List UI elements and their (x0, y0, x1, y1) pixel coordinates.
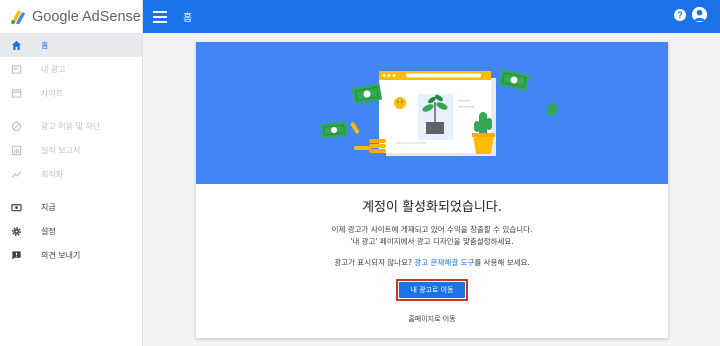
payments-icon (10, 201, 22, 213)
bar-chart-icon (10, 144, 22, 156)
sidebar-item-my-ads[interactable]: 내 광고 (0, 57, 142, 81)
sidebar-item-label: 광고 허용 및 차단 (41, 121, 101, 131)
go-to-my-ads-button[interactable]: 내 광고로 이동 (396, 279, 468, 301)
sidebar-item-label: 홈 (41, 40, 49, 50)
sidebar-item-label: 사이트 (41, 88, 64, 98)
description-line: '내 광고' 페이지에서 광고 디자인을 맞춤설정하세요. (350, 237, 514, 246)
troubleshoot-text: 광고가 표시되지 않나요? 광고 문제해결 도구를 사용해 보세요. (196, 257, 668, 268)
sidebar-item-blocking[interactable]: 광고 허용 및 차단 (0, 114, 142, 138)
sidebar-item-label: 최적화 (41, 169, 64, 179)
sidebar-item-reports[interactable]: 실적 보고서 (0, 138, 142, 162)
app-title: Google AdSense (32, 8, 141, 25)
troubleshooter-link[interactable]: 광고 문제해결 도구 (414, 258, 474, 267)
sidebar-nav: 홈 내 광고 사이트 광고 허용 및 차단 실적 보고서 최적화 지급 설정 의… (0, 33, 142, 267)
home-icon (10, 39, 22, 51)
troubleshoot-prefix: 광고가 표시되지 않나요? (334, 258, 412, 267)
hero-illustration (320, 69, 559, 156)
primary-action: 내 광고로 이동 (196, 279, 668, 301)
sidebar-item-payments[interactable]: 지급 (0, 195, 142, 219)
sidebar-item-label: 의견 보내기 (41, 250, 81, 260)
sidebar-item-settings[interactable]: 설정 (0, 219, 142, 243)
top-app-bar: 홈 ? (143, 0, 720, 33)
nav-divider (0, 186, 142, 195)
adsense-logo-icon (11, 9, 25, 24)
go-to-homepage-link[interactable]: 홈페이지로 이동 (196, 314, 668, 324)
description-line: 이제 광고가 사이트에 게재되고 있어 수익을 창출할 수 있습니다. (331, 225, 533, 234)
sidebar-item-label: 설정 (41, 226, 56, 236)
sidebar-item-label: 실적 보고서 (41, 145, 81, 155)
page-title: 홈 (183, 13, 193, 24)
gear-icon (10, 225, 22, 237)
account-activated-card: 계정이 활성화되었습니다. 이제 광고가 사이트에 게재되고 있어 수익을 창출… (196, 42, 668, 338)
ad-unit-icon (10, 63, 22, 75)
sidebar-item-label: 지급 (41, 202, 56, 212)
adsense-brand[interactable]: Google AdSense (0, 0, 142, 33)
sidebar-item-home[interactable]: 홈 (0, 33, 142, 57)
nav-divider (0, 105, 142, 114)
sidebar: Google AdSense 홈 내 광고 사이트 광고 허용 및 차단 실적 … (0, 0, 143, 346)
avatar[interactable] (692, 7, 707, 22)
sidebar-item-feedback[interactable]: 의견 보내기 (0, 243, 142, 267)
sidebar-item-sites[interactable]: 사이트 (0, 81, 142, 105)
troubleshoot-suffix: 를 사용해 보세요. (474, 258, 530, 267)
menu-icon[interactable] (153, 10, 167, 23)
trending-up-icon (10, 168, 22, 180)
help-icon[interactable]: ? (674, 9, 686, 21)
site-icon (10, 87, 22, 99)
sidebar-item-label: 내 광고 (41, 64, 66, 74)
feedback-icon (10, 249, 22, 261)
card-description: 이제 광고가 사이트에 게재되고 있어 수익을 창출할 수 있습니다. '내 광… (196, 224, 668, 248)
block-icon (10, 120, 22, 132)
go-to-my-ads-label: 내 광고로 이동 (399, 282, 465, 298)
sidebar-item-optimization[interactable]: 최적화 (0, 162, 142, 186)
card-heading: 계정이 활성화되었습니다. (362, 200, 502, 215)
hero-banner (196, 42, 668, 184)
